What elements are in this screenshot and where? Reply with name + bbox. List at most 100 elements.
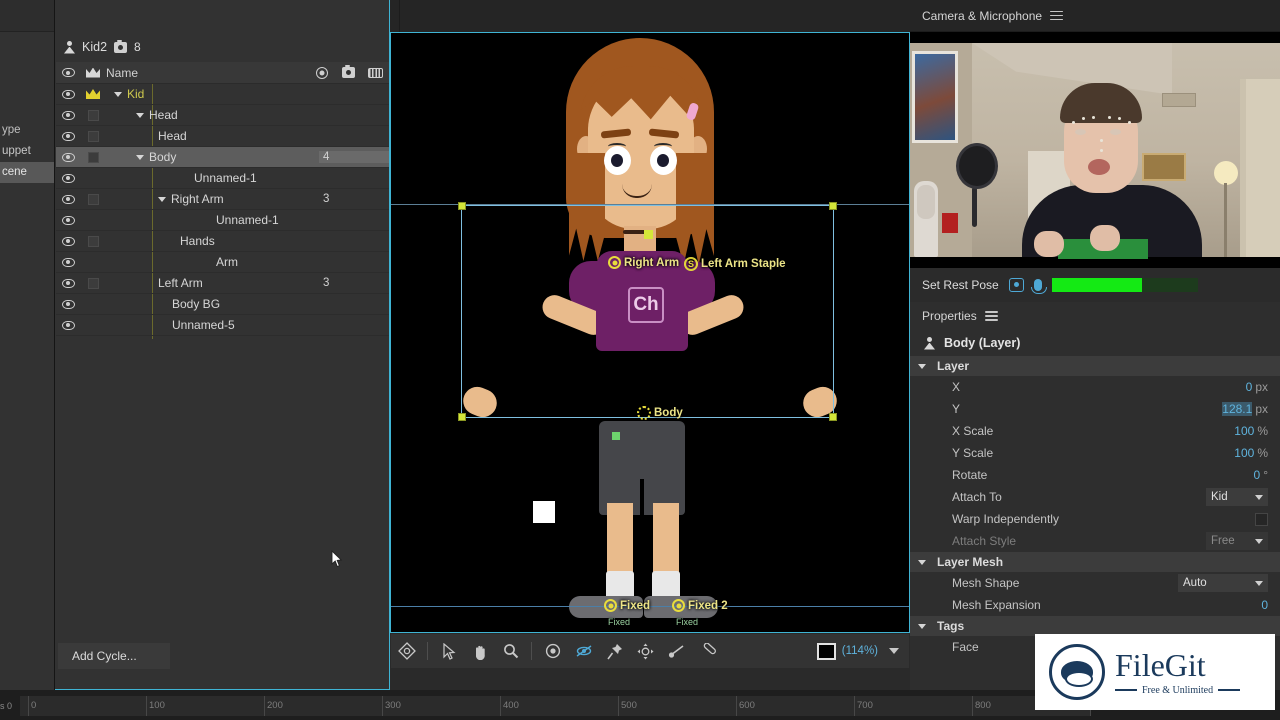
webcam-preview[interactable] [910, 32, 1280, 268]
name-column-header[interactable]: Name [106, 66, 308, 80]
property-value[interactable]: 0 [1261, 598, 1268, 612]
timeline-track[interactable]: 0100200300400500600700800900 [20, 696, 1109, 716]
resize-handle-tl[interactable] [458, 202, 466, 210]
panel-menu-icon[interactable] [984, 311, 998, 321]
property-value[interactable]: 0 [1246, 380, 1253, 394]
property-row[interactable]: X Scale 100% [910, 420, 1280, 442]
camera-column-header[interactable] [335, 65, 362, 78]
keyboard-column-header[interactable] [362, 67, 389, 78]
chevron-down-icon[interactable] [1255, 580, 1263, 586]
resize-handle-bl[interactable] [458, 413, 466, 421]
layer-visibility-toggle[interactable] [56, 257, 80, 267]
resize-handle-tr[interactable] [829, 202, 837, 210]
selection-arrow-icon[interactable] [433, 636, 464, 666]
chevron-down-icon[interactable] [1255, 494, 1263, 500]
zoom-dropdown-chevron-icon[interactable] [878, 636, 909, 666]
property-checkbox[interactable] [1255, 512, 1268, 526]
layer-name[interactable]: Arm [106, 255, 319, 269]
origin-tool-icon[interactable] [537, 636, 568, 666]
camera-toggle-icon[interactable] [1008, 278, 1024, 292]
color-swatch[interactable] [816, 642, 836, 660]
layer-visibility-toggle[interactable] [56, 278, 80, 288]
property-row[interactable]: Y Scale 100% [910, 442, 1280, 464]
resize-handle-br[interactable] [829, 413, 837, 421]
property-value[interactable]: 100 [1234, 424, 1254, 438]
property-row[interactable]: Attach Style Free [910, 530, 1280, 552]
panel-menu-icon[interactable] [1050, 10, 1064, 21]
layer-row[interactable]: Left Arm 3 [56, 273, 1280, 720]
pin-tool-icon[interactable] [599, 636, 630, 666]
magnet-tool-icon[interactable] [692, 636, 723, 666]
layer-row[interactable]: Head [56, 126, 1280, 720]
set-rest-pose-button[interactable]: Set Rest Pose [922, 278, 999, 292]
chevron-down-icon[interactable] [136, 154, 144, 160]
property-value[interactable]: 100 [1234, 446, 1254, 460]
layer-name[interactable]: Right Arm [106, 192, 319, 206]
selection-bounding-box[interactable] [458, 202, 837, 421]
layer-name[interactable]: Unnamed-5 [106, 318, 319, 332]
layer-visibility-toggle[interactable] [56, 215, 80, 225]
dragger-tool-icon[interactable] [630, 636, 661, 666]
property-section-header[interactable]: Layer [910, 356, 1280, 376]
layer-name[interactable]: Head [106, 108, 319, 122]
property-row[interactable]: X 0 px [910, 376, 1280, 398]
layer-name[interactable]: Body BG [106, 297, 319, 311]
transform-tool-icon[interactable] [391, 636, 422, 666]
stage-surface[interactable]: Ch [391, 33, 909, 632]
origin-column-header[interactable] [308, 66, 335, 79]
layer-row[interactable]: Body BG [56, 294, 389, 315]
layer-row[interactable]: Unnamed-1 [56, 168, 389, 189]
layer-visibility-toggle[interactable] [56, 173, 80, 183]
layer-name[interactable]: Hands [106, 231, 1280, 720]
layer-row[interactable]: Kid [56, 84, 389, 105]
stick-tool-icon[interactable] [661, 636, 692, 666]
chevron-down-icon[interactable] [1255, 538, 1263, 544]
project-item-puppet[interactable]: uppet [0, 141, 54, 162]
overlay-label-fixed[interactable]: Fixed [604, 599, 650, 612]
hand-tool-icon[interactable] [464, 636, 495, 666]
property-value[interactable]: 0 [1254, 468, 1261, 482]
layer-list[interactable]: Kid Head Head Body 4 Unnamed-1 Right Arm 3 Unnam… [56, 84, 1280, 720]
property-row[interactable]: Attach To Kid [910, 486, 1280, 508]
layer-visibility-toggle[interactable] [56, 194, 80, 204]
chevron-down-icon[interactable] [114, 91, 122, 97]
layer-name[interactable]: Head [106, 126, 1280, 720]
overlay-label-left-arm-staple[interactable]: S Left Arm Staple [684, 257, 786, 271]
layer-row[interactable]: Body 4 [56, 147, 389, 168]
chevron-down-icon[interactable] [136, 112, 144, 118]
property-row[interactable]: Warp Independently [910, 508, 1280, 530]
overlay-label-body[interactable]: Body [637, 406, 683, 420]
layer-name[interactable]: Kid [106, 87, 319, 101]
layer-visibility-toggle[interactable] [56, 131, 80, 141]
chevron-down-icon[interactable] [918, 559, 926, 565]
layer-row[interactable]: Arm [56, 252, 389, 273]
property-row[interactable]: Mesh Shape Auto [910, 572, 1280, 594]
layer-visibility-toggle[interactable] [56, 320, 80, 330]
layer-visibility-toggle[interactable] [56, 152, 80, 162]
canvas-toolbar[interactable]: (114%) [390, 634, 910, 669]
property-row[interactable]: Y 128.1 px [910, 398, 1280, 420]
layer-name[interactable]: Unnamed-1 [106, 213, 319, 227]
layer-visibility-toggle[interactable] [56, 299, 80, 309]
layer-row[interactable]: Head [56, 105, 389, 126]
add-cycle-button[interactable]: Add Cycle... [58, 643, 170, 669]
property-dropdown[interactable]: Free [1206, 532, 1268, 550]
microphone-toggle-icon[interactable] [1030, 279, 1047, 294]
chevron-down-icon[interactable] [158, 196, 166, 202]
property-section-header[interactable]: Layer Mesh [910, 552, 1280, 572]
chevron-down-icon[interactable] [918, 363, 926, 369]
chevron-down-icon[interactable] [918, 623, 926, 629]
puppet-canvas[interactable]: Ch [390, 32, 910, 633]
layer-visibility-toggle[interactable] [56, 236, 80, 246]
layer-row[interactable]: Hands [56, 231, 1280, 720]
project-item-scene[interactable]: cene [0, 162, 54, 183]
property-value[interactable]: 128.1 [1222, 402, 1253, 416]
layer-row[interactable]: Right Arm 3 [56, 189, 389, 210]
layer-visibility-toggle[interactable] [56, 89, 80, 99]
layer-row[interactable]: Unnamed-1 [56, 210, 389, 231]
overlay-label-right-arm[interactable]: Right Arm [608, 256, 679, 269]
zoom-tool-icon[interactable] [495, 636, 526, 666]
property-dropdown[interactable]: Kid [1206, 488, 1268, 506]
layer-name[interactable]: Left Arm [106, 273, 1280, 720]
property-row[interactable]: Mesh Expansion 0 [910, 594, 1280, 616]
